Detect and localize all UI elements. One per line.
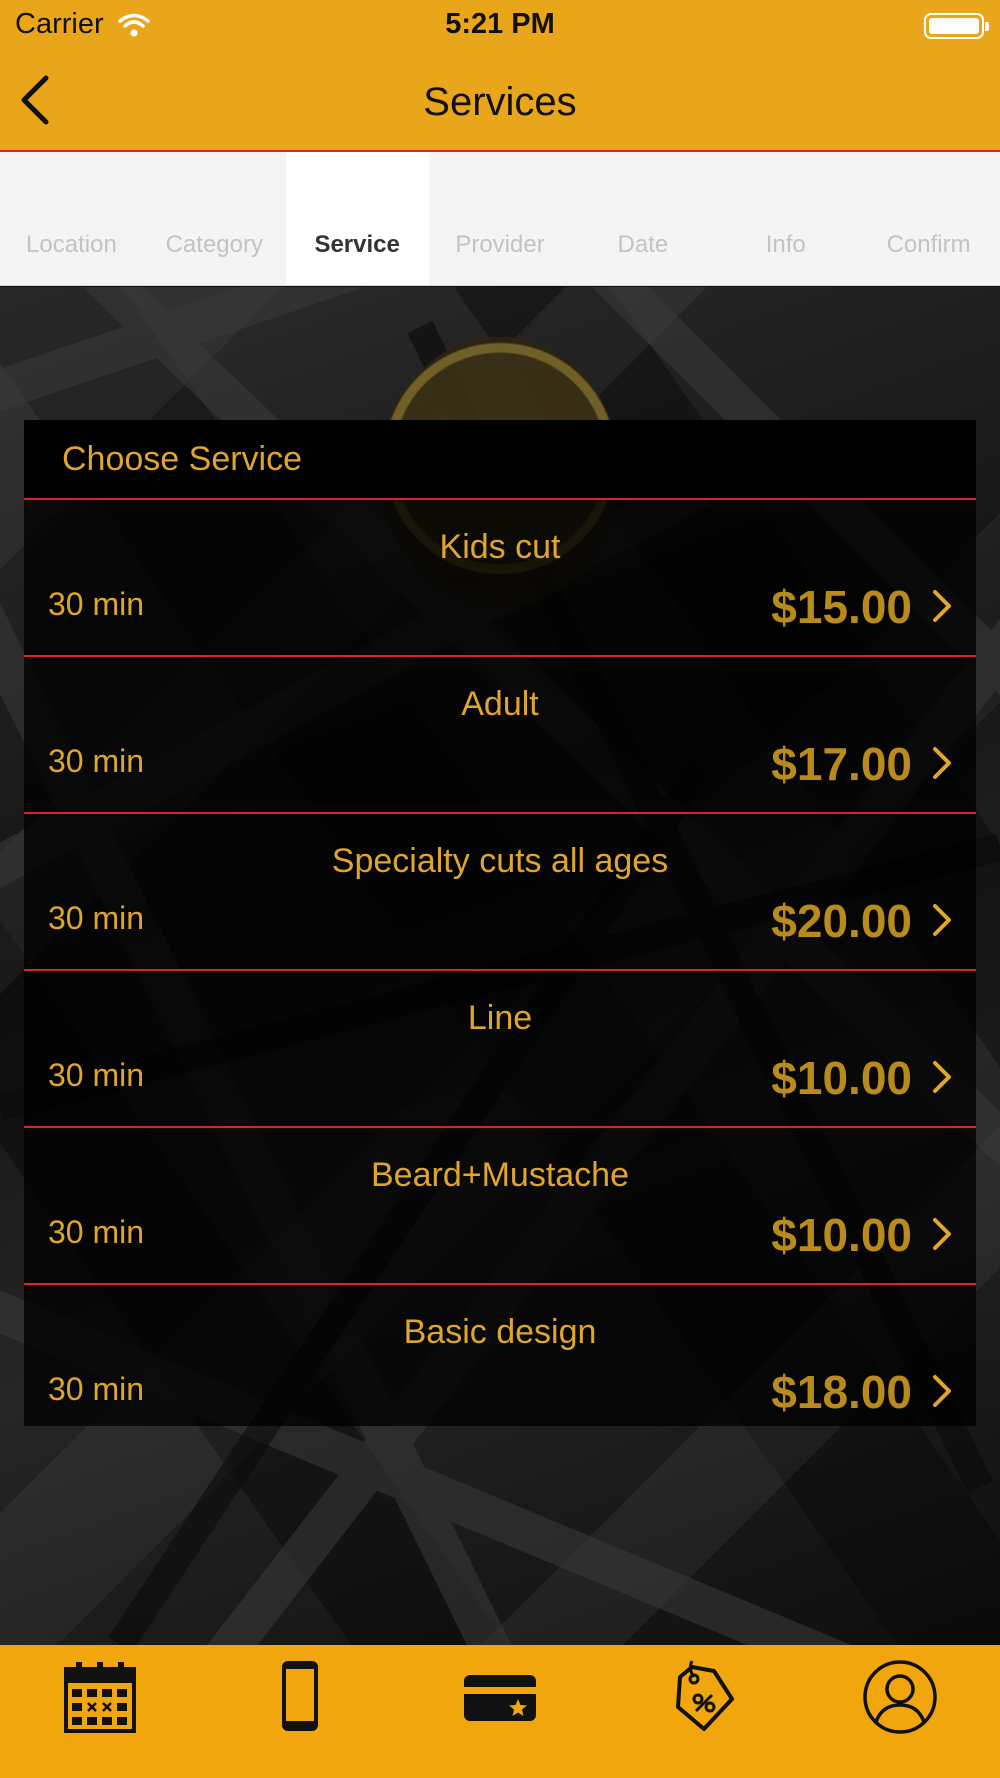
profile-icon (863, 1660, 937, 1734)
chevron-right-icon (933, 747, 951, 779)
tab-payment[interactable] (400, 1645, 600, 1778)
service-name: Basic design (403, 1313, 597, 1351)
service-duration: 30 min (48, 586, 145, 622)
calendar-icon (64, 1662, 136, 1733)
phone-icon (282, 1661, 318, 1731)
service-row[interactable]: Line 30 min $10.00 (24, 971, 976, 1128)
service-name: Adult (461, 685, 539, 723)
navigation-bar: Services (0, 50, 1000, 152)
step-provider[interactable]: Provider (429, 152, 572, 285)
card-icon (464, 1675, 536, 1721)
status-bar: Carrier 5:21 PM (0, 0, 1000, 50)
service-price: $10.00 (771, 1209, 912, 1261)
battery-icon (924, 13, 989, 39)
step-label: Provider (455, 231, 545, 258)
service-list-card: Choose Service Kids cut 30 min $15.00 Ad… (24, 420, 976, 1426)
step-label: Location (26, 231, 117, 258)
chevron-right-icon (933, 1218, 951, 1250)
card-header: Choose Service (24, 420, 976, 500)
step-service[interactable]: Service (285, 152, 429, 285)
step-confirm[interactable]: Confirm (857, 152, 1000, 285)
step-date[interactable]: Date (571, 152, 714, 285)
service-price: $18.00 (771, 1366, 912, 1418)
service-price: $15.00 (771, 581, 912, 633)
step-location[interactable]: Location (0, 152, 143, 285)
service-duration: 30 min (48, 1057, 145, 1093)
service-name: Beard+Mustache (371, 1156, 629, 1194)
tab-contact[interactable] (200, 1645, 400, 1778)
bottom-tab-bar (0, 1645, 1000, 1778)
service-row[interactable]: Kids cut 30 min $15.00 (24, 500, 976, 657)
discount-tag-icon (676, 1660, 734, 1731)
service-row[interactable]: Adult 30 min $17.00 (24, 657, 976, 814)
step-label: Service (314, 231, 400, 258)
status-time: 5:21 PM (445, 8, 555, 40)
service-row[interactable]: Basic design 30 min $18.00 (24, 1285, 976, 1442)
tab-offers[interactable] (600, 1645, 800, 1778)
chevron-right-icon (933, 1375, 951, 1407)
step-info[interactable]: Info (714, 152, 857, 285)
service-duration: 30 min (48, 1371, 145, 1407)
service-name: Line (467, 999, 533, 1037)
service-price: $10.00 (771, 1052, 912, 1104)
service-duration: 30 min (48, 743, 145, 779)
step-label: Category (165, 231, 263, 258)
step-label: Info (765, 231, 806, 258)
booking-steps: Location Category Service Provider Date … (0, 152, 1000, 286)
step-category[interactable]: Category (143, 152, 286, 285)
service-name: Specialty cuts all ages (331, 842, 669, 880)
tab-booking[interactable] (0, 1645, 200, 1778)
service-duration: 30 min (48, 1214, 145, 1250)
step-label: Date (617, 231, 669, 258)
service-price: $17.00 (771, 738, 912, 790)
chevron-right-icon (933, 1061, 951, 1093)
card-title: Choose Service (62, 439, 303, 478)
chevron-right-icon (933, 904, 951, 936)
step-label: Confirm (886, 231, 971, 258)
service-row[interactable]: Specialty cuts all ages 30 min $20.00 (24, 814, 976, 971)
tab-profile[interactable] (800, 1645, 1000, 1778)
service-duration: 30 min (48, 900, 145, 936)
service-name: Kids cut (439, 528, 561, 566)
chevron-right-icon (933, 590, 951, 622)
service-price: $20.00 (771, 895, 912, 947)
service-row[interactable]: Beard+Mustache 30 min $10.00 (24, 1128, 976, 1285)
content-area: Choose Service Kids cut 30 min $15.00 Ad… (0, 287, 1000, 1645)
page-title: Services (423, 80, 577, 124)
